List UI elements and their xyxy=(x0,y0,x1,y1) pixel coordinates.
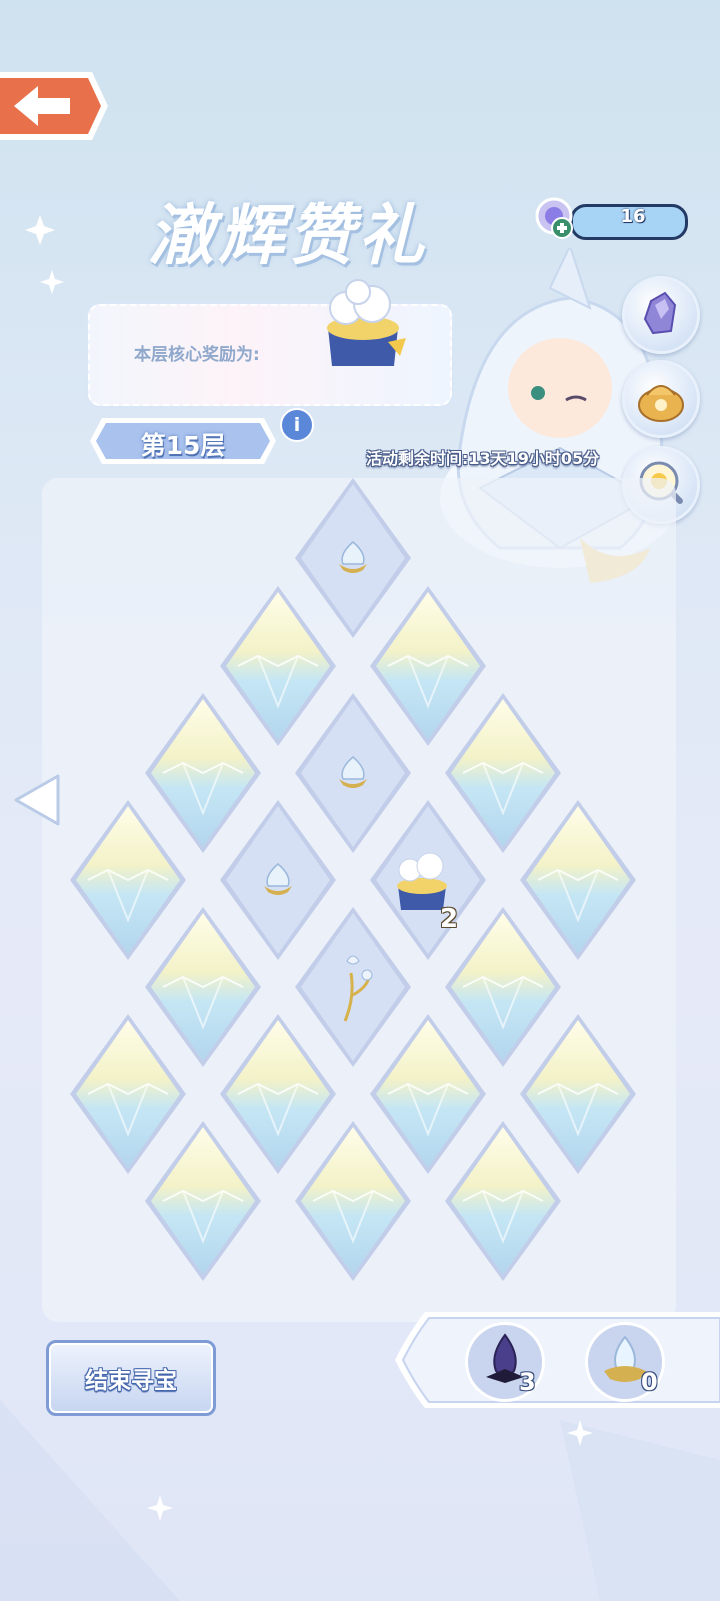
tile-opened[interactable] xyxy=(220,800,336,960)
tile-opened[interactable] xyxy=(295,478,411,638)
light-crystal-count: 0 xyxy=(641,1368,658,1396)
tile-closed[interactable] xyxy=(444,1120,562,1282)
tile-closed[interactable] xyxy=(519,1013,637,1175)
tile-closed[interactable] xyxy=(69,1013,187,1175)
tile-closed[interactable] xyxy=(219,1013,337,1175)
gift-box-icon xyxy=(397,852,447,910)
game-screen: 澈辉赞礼 16 本层核心奖励为: 第15层 i 活动剩余时间:13天19小时05… xyxy=(0,0,720,1601)
tile-closed[interactable] xyxy=(219,585,337,747)
tile-opened-gift[interactable] xyxy=(370,800,486,960)
tile-opened[interactable] xyxy=(295,693,411,853)
end-button-label: 结束寻宝 xyxy=(85,1368,177,1394)
tray-shape xyxy=(395,1312,720,1408)
tile-closed[interactable] xyxy=(444,906,562,1068)
tile-closed[interactable] xyxy=(144,1120,262,1282)
tile-closed[interactable] xyxy=(369,1013,487,1175)
gift-tile-count: 2 xyxy=(440,904,459,934)
triangle-left-icon xyxy=(14,774,60,826)
tile-closed[interactable] xyxy=(144,906,262,1068)
tile-opened[interactable] xyxy=(295,907,411,1067)
end-treasure-hunt-button[interactable]: 结束寻宝 xyxy=(46,1340,216,1416)
tile-closed[interactable] xyxy=(369,585,487,747)
tile-closed[interactable] xyxy=(444,692,562,854)
tile-closed[interactable] xyxy=(144,692,262,854)
prev-page-arrow[interactable] xyxy=(10,770,62,830)
tile-closed[interactable] xyxy=(519,799,637,961)
tile-closed[interactable] xyxy=(294,1120,412,1282)
dark-crystal-count: 3 xyxy=(519,1368,536,1396)
tile-closed[interactable] xyxy=(69,799,187,961)
inventory-tray: 3 0 xyxy=(395,1310,720,1410)
